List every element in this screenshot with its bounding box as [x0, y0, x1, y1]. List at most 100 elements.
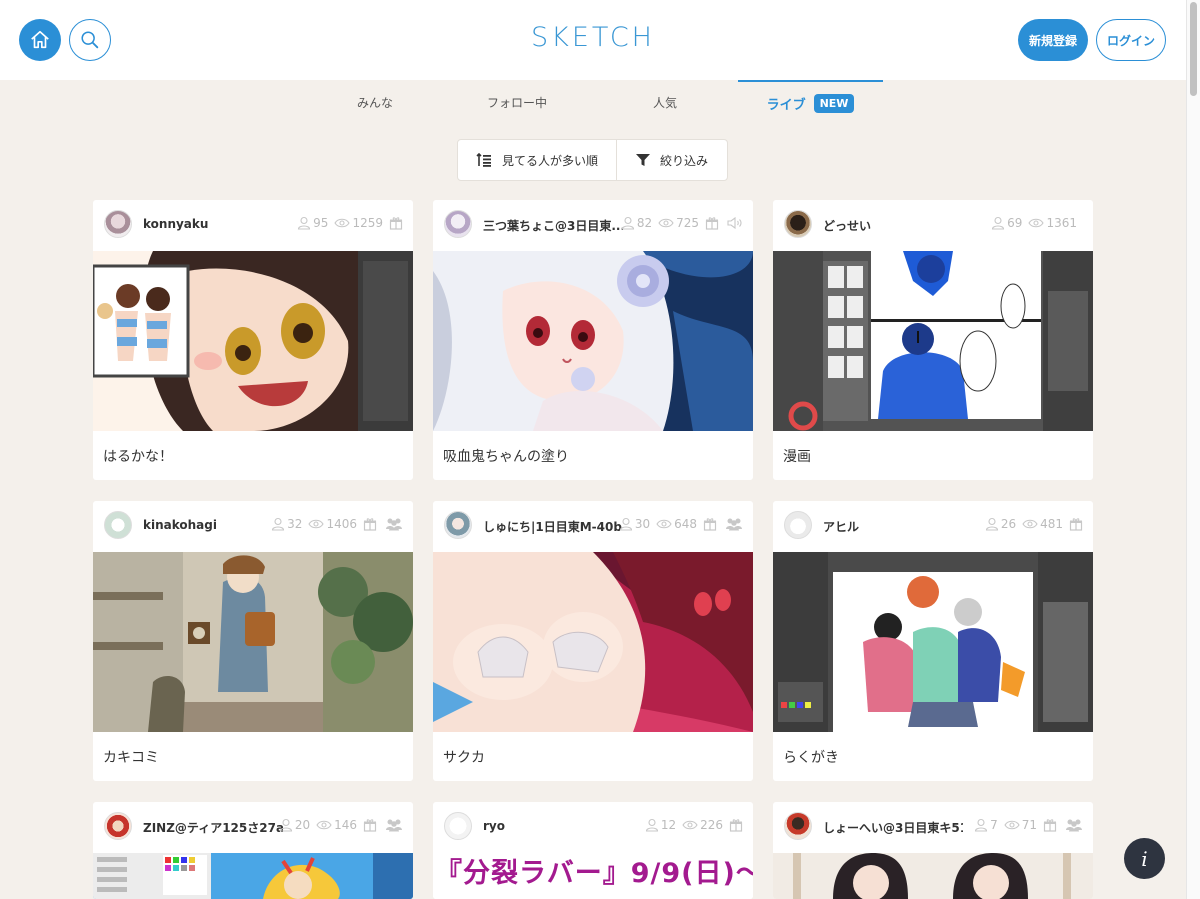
gift-icon: [703, 517, 717, 531]
scrollbar[interactable]: [1186, 0, 1200, 899]
gift-icon: [363, 517, 377, 531]
view-count: 1259: [352, 216, 383, 230]
viewer-icon: [645, 818, 659, 832]
view-count: 725: [676, 216, 699, 230]
banner-text: 『分裂ラバー』9/9(日)〜: [435, 858, 753, 889]
gift-icon: [389, 216, 403, 230]
tab-following[interactable]: フォロー中: [447, 80, 587, 124]
username[interactable]: kinakohagi: [143, 518, 217, 532]
card-header: konnyaku 95 1259: [93, 200, 413, 251]
avatar[interactable]: [444, 511, 472, 539]
tab-label: フォロー中: [486, 95, 547, 110]
gift-icon: [729, 818, 743, 832]
live-card[interactable]: kinakohagi 32 1406 カキコミ: [93, 501, 413, 781]
username[interactable]: 三つ葉ちょこ@3日目東...: [483, 217, 623, 234]
avatar[interactable]: [104, 210, 132, 238]
card-title[interactable]: サクカ: [443, 747, 485, 767]
signup-button[interactable]: 新規登録: [1018, 19, 1088, 61]
tab-label: 人気: [652, 95, 677, 110]
top-header: SKETCH 新規登録 ログイン: [0, 0, 1186, 80]
live-card[interactable]: アヒル 26 481 らくがき: [773, 501, 1093, 781]
username[interactable]: konnyaku: [143, 217, 208, 231]
live-thumbnail[interactable]: [93, 251, 413, 431]
site-logo[interactable]: SKETCH: [0, 22, 1186, 53]
viewer-count: 82: [636, 216, 653, 230]
live-thumbnail[interactable]: 『分裂ラバー』9/9(日)〜: [433, 853, 753, 899]
live-thumbnail[interactable]: [93, 552, 413, 732]
live-card[interactable]: しゅにち|1日目東M-40b 30 648 サクカ: [433, 501, 753, 781]
live-card[interactable]: 三つ葉ちょこ@3日目東... 82 725 吸血鬼ちゃんの塗り: [433, 200, 753, 480]
avatar[interactable]: [444, 210, 472, 238]
live-thumbnail[interactable]: [93, 853, 413, 899]
card-title[interactable]: はるかな！: [103, 446, 173, 466]
card-stats: 30 648: [619, 517, 743, 531]
tab-everyone[interactable]: みんな: [305, 80, 445, 124]
gift-icon: [705, 216, 719, 230]
avatar[interactable]: [784, 511, 812, 539]
sort-icon: [476, 153, 491, 167]
view-count: 71: [1021, 818, 1037, 832]
view-count: 481: [1040, 517, 1063, 531]
scrollbar-thumb[interactable]: [1190, 2, 1197, 96]
login-button[interactable]: ログイン: [1096, 19, 1166, 61]
live-card[interactable]: しょーへい@3日目東キ51a 7 71: [773, 802, 1093, 899]
username[interactable]: どっせい: [823, 217, 871, 234]
username[interactable]: ZINZ@ティア125さ27a: [143, 819, 283, 836]
sound-icon: [727, 216, 743, 230]
viewer-icon: [297, 216, 311, 230]
live-card[interactable]: ZINZ@ティア125さ27a 20 146: [93, 802, 413, 899]
card-header: ZINZ@ティア125さ27a 20 146: [93, 802, 413, 853]
tab-label: ライブ: [766, 97, 806, 113]
card-stats: 82 725: [621, 216, 743, 230]
live-thumbnail[interactable]: [433, 251, 753, 431]
viewer-count: 7: [990, 818, 998, 832]
sort-button[interactable]: 見てる人が多い順: [458, 140, 617, 180]
avatar[interactable]: [784, 812, 812, 840]
live-card[interactable]: ryo 12 226 『分裂ラバー』9/9(日)〜: [433, 802, 753, 899]
viewer-count: 32: [287, 517, 303, 531]
tab-live[interactable]: ライブ NEW: [738, 80, 883, 124]
info-button[interactable]: i: [1124, 838, 1165, 879]
tab-label: みんな: [356, 95, 393, 110]
live-thumbnail[interactable]: [433, 552, 753, 732]
card-stats: 7 71: [974, 818, 1083, 832]
viewer-icon: [991, 216, 1005, 230]
info-icon: i: [1141, 846, 1148, 871]
avatar[interactable]: [784, 210, 812, 238]
viewer-count: 95: [313, 216, 329, 230]
filter-button[interactable]: 絞り込み: [617, 140, 727, 180]
viewer-icon: [619, 517, 633, 531]
tab-popular[interactable]: 人気: [595, 80, 735, 124]
avatar[interactable]: [104, 812, 132, 840]
viewer-count: 20: [294, 818, 311, 832]
card-stats: 32 1406: [271, 517, 403, 531]
live-thumbnail[interactable]: [773, 853, 1093, 899]
card-title[interactable]: らくがき: [783, 747, 839, 767]
live-thumbnail[interactable]: [773, 251, 1093, 431]
card-header: kinakohagi 32 1406: [93, 501, 413, 552]
username[interactable]: アヒル: [823, 518, 859, 535]
sort-label: 見てる人が多い順: [501, 153, 598, 168]
avatar[interactable]: [444, 812, 472, 840]
viewer-icon: [279, 818, 293, 832]
live-card[interactable]: どっせい 69 1361 漫画: [773, 200, 1093, 480]
filter-label: 絞り込み: [659, 153, 708, 168]
live-thumbnail[interactable]: [773, 552, 1093, 732]
username[interactable]: しょーへい@3日目東キ51a: [823, 819, 963, 836]
viewer-icon: [985, 517, 999, 531]
avatar[interactable]: [104, 511, 132, 539]
gift-icon: [363, 818, 377, 832]
new-badge: NEW: [813, 93, 855, 113]
username[interactable]: ryo: [483, 819, 505, 833]
viewer-count: 69: [1007, 216, 1023, 230]
eye-icon: [308, 518, 324, 530]
card-title[interactable]: 漫画: [783, 446, 811, 466]
username[interactable]: しゅにち|1日目東M-40b: [483, 518, 622, 535]
card-stats: 69 1361: [991, 216, 1083, 230]
live-card[interactable]: konnyaku 95 1259 はるかな！: [93, 200, 413, 480]
card-header: アヒル 26 481: [773, 501, 1093, 552]
card-title[interactable]: カキコミ: [103, 747, 159, 767]
view-count: 1361: [1046, 216, 1077, 230]
card-title[interactable]: 吸血鬼ちゃんの塗り: [443, 446, 569, 466]
view-count: 146: [334, 818, 357, 832]
